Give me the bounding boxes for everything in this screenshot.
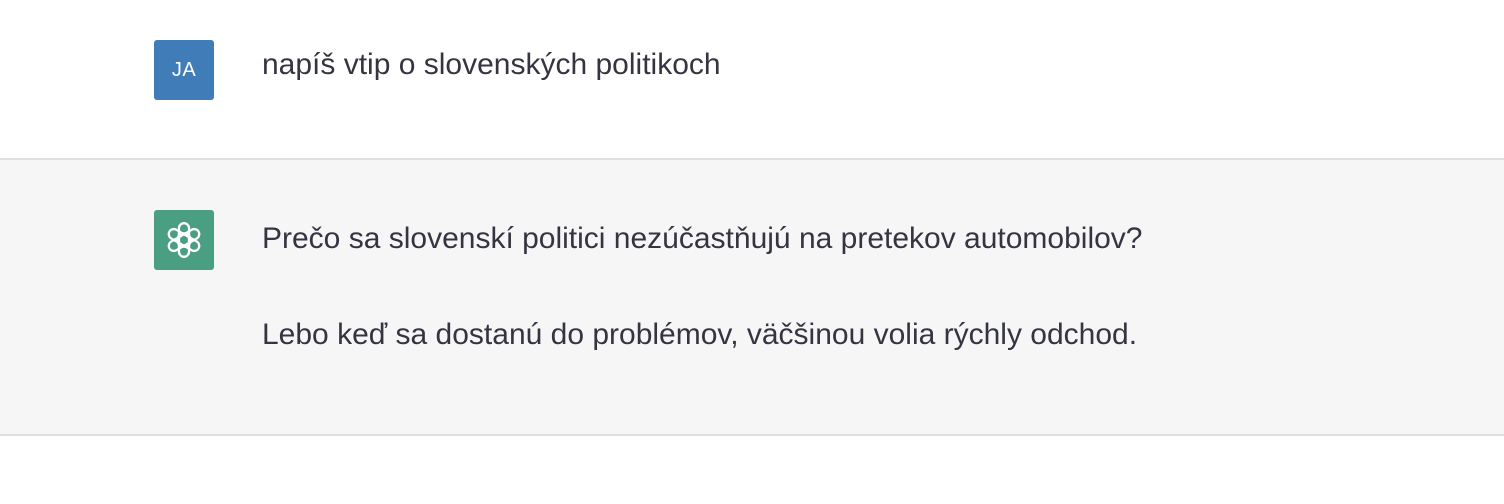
- assistant-paragraph-punchline: Lebo keď sa dostanú do problémov, väčšin…: [262, 318, 1138, 351]
- chat-thread: JA napíš vtip o slovenských politikoch P…: [0, 0, 1504, 504]
- assistant-avatar: [154, 210, 214, 270]
- assistant-message: Prečo sa slovenskí politici nezúčastňujú…: [0, 160, 1504, 436]
- user-avatar-initials: JA: [171, 58, 197, 81]
- openai-logo-icon: [167, 222, 201, 258]
- user-avatar: JA: [154, 40, 214, 100]
- user-message: JA napíš vtip o slovenských politikoch: [0, 0, 1504, 160]
- assistant-message-text: Prečo sa slovenskí politici nezúčastňujú…: [262, 219, 1362, 355]
- user-message-text: napíš vtip o slovenských politikoch: [262, 48, 721, 81]
- assistant-paragraph-question: Prečo sa slovenskí politici nezúčastňujú…: [262, 222, 1143, 255]
